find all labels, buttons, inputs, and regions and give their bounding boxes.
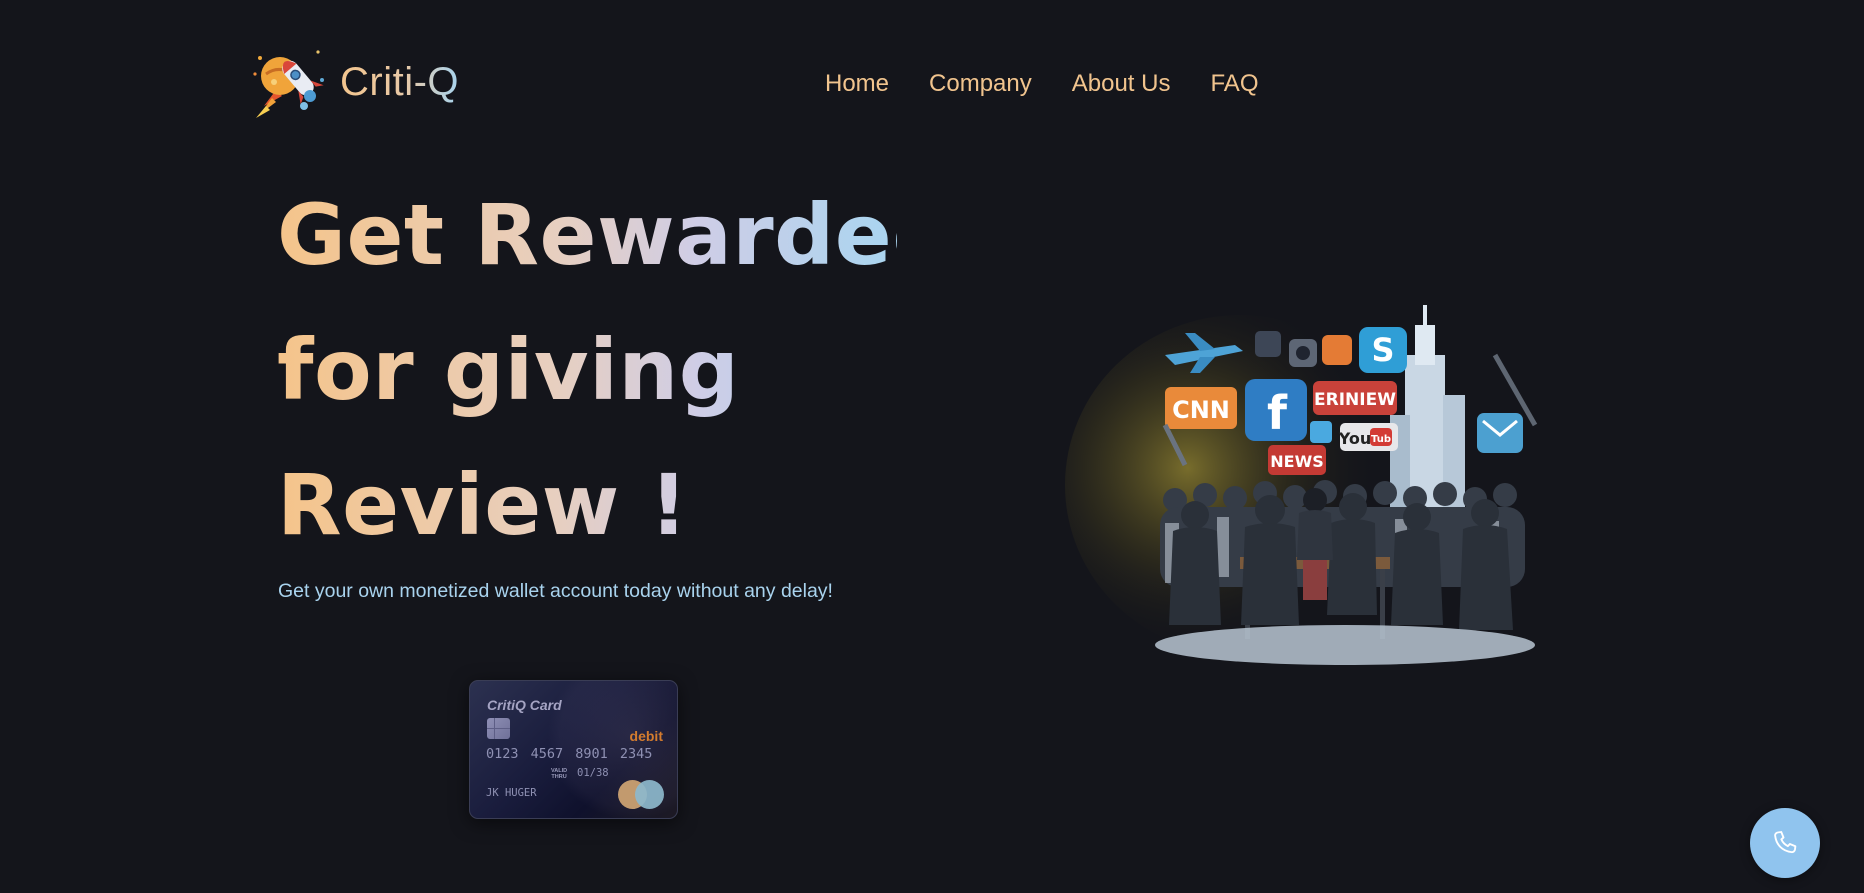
rocket-logo-icon: [253, 50, 324, 118]
card-valid-label-line: THRU: [551, 774, 567, 780]
card-valid-date: 01/38: [577, 767, 609, 779]
hero-subtitle: Get your own monetized wallet account to…: [278, 580, 833, 602]
card-holder-name: JK HUGER: [486, 787, 537, 799]
nav-about-us[interactable]: About Us: [1072, 66, 1171, 102]
press-conference-illustration: S CNN f ERINIEW You Tub NEWS: [1065, 305, 1538, 665]
call-button[interactable]: [1750, 808, 1820, 878]
nav-home[interactable]: Home: [825, 66, 889, 102]
nav-company[interactable]: Company: [929, 66, 1032, 102]
youtube-sign-you: You: [1338, 429, 1372, 448]
hero-title-line: for giving: [277, 303, 897, 438]
news-sign: NEWS: [1270, 452, 1324, 471]
eriniew-sign: ERINIEW: [1314, 390, 1396, 410]
phone-icon: [1774, 831, 1797, 854]
svg-text:S: S: [1371, 331, 1394, 369]
youtube-sign-tube: Tub: [1371, 434, 1391, 445]
brand-name: Criti-Q: [340, 59, 460, 104]
svg-text:f: f: [1267, 386, 1288, 440]
card-title: CritiQ Card: [487, 697, 562, 713]
card-valid-label: VALID THRU: [551, 768, 567, 780]
card-network-circle: [635, 780, 664, 809]
cnn-sign: CNN: [1172, 396, 1230, 424]
card-chip-icon: [487, 718, 510, 739]
brand-link[interactable]: Criti-Q: [250, 42, 459, 122]
card-type: debit: [629, 728, 663, 744]
debit-card-image: CritiQ Card debit 0123 4567 8901 2345 VA…: [469, 680, 678, 819]
hero-title: Get Rewarded for giving Review !: [277, 168, 952, 573]
hero-title-line: Review !: [277, 438, 897, 573]
card-number: 0123 4567 8901 2345: [486, 746, 653, 762]
main-nav: Home Company About Us FAQ: [825, 66, 1258, 102]
nav-faq[interactable]: FAQ: [1210, 66, 1258, 102]
hero-title-line: Get Rewarded: [277, 168, 952, 303]
